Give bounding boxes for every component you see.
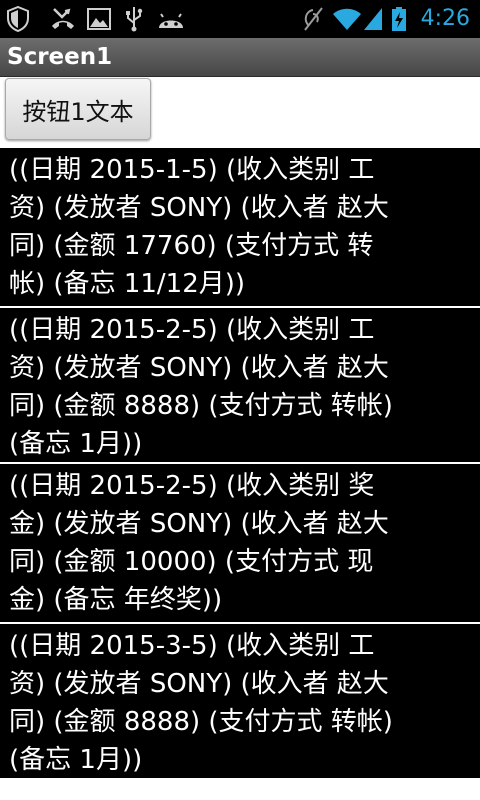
battery-charging-icon (392, 7, 406, 31)
wifi-icon (333, 8, 361, 30)
shield-icon (7, 6, 29, 32)
list-item-text: ((日期 2015-3-5) (收入类别 工 资) (发放者 SONY) (收入… (9, 631, 393, 775)
list-item-text: ((日期 2015-2-5) (收入类别 奖 金) (发放者 SONY) (收入… (9, 471, 389, 615)
screen-title: Screen1 (7, 44, 113, 70)
button-1[interactable]: 按钮1文本 (5, 78, 151, 140)
vibrate-off-icon (304, 7, 323, 31)
status-bar: 4:26 (0, 0, 480, 38)
income-list[interactable]: ((日期 2015-1-5) (收入类别 工 资) (发放者 SONY) (收入… (0, 148, 480, 778)
title-bar: Screen1 (0, 38, 480, 77)
list-item[interactable]: ((日期 2015-2-5) (收入类别 工 资) (发放者 SONY) (收入… (0, 308, 480, 464)
list-item[interactable]: ((日期 2015-3-5) (收入类别 工 资) (发放者 SONY) (收入… (0, 624, 480, 780)
list-item[interactable]: ((日期 2015-2-5) (收入类别 奖 金) (发放者 SONY) (收入… (0, 464, 480, 620)
button-area: 按钮1文本 (0, 77, 480, 147)
android-debug-icon (159, 13, 183, 28)
clock-time: 4:26 (420, 6, 470, 31)
missed-call-icon (52, 8, 74, 29)
list-item-text: ((日期 2015-1-5) (收入类别 工 资) (发放者 SONY) (收入… (9, 155, 389, 299)
usb-icon (126, 7, 143, 32)
image-icon (87, 8, 111, 30)
list-item[interactable]: ((日期 2015-1-5) (收入类别 工 资) (发放者 SONY) (收入… (0, 148, 480, 304)
signal-icon (364, 8, 382, 30)
list-item-text: ((日期 2015-2-5) (收入类别 工 资) (发放者 SONY) (收入… (9, 315, 393, 459)
